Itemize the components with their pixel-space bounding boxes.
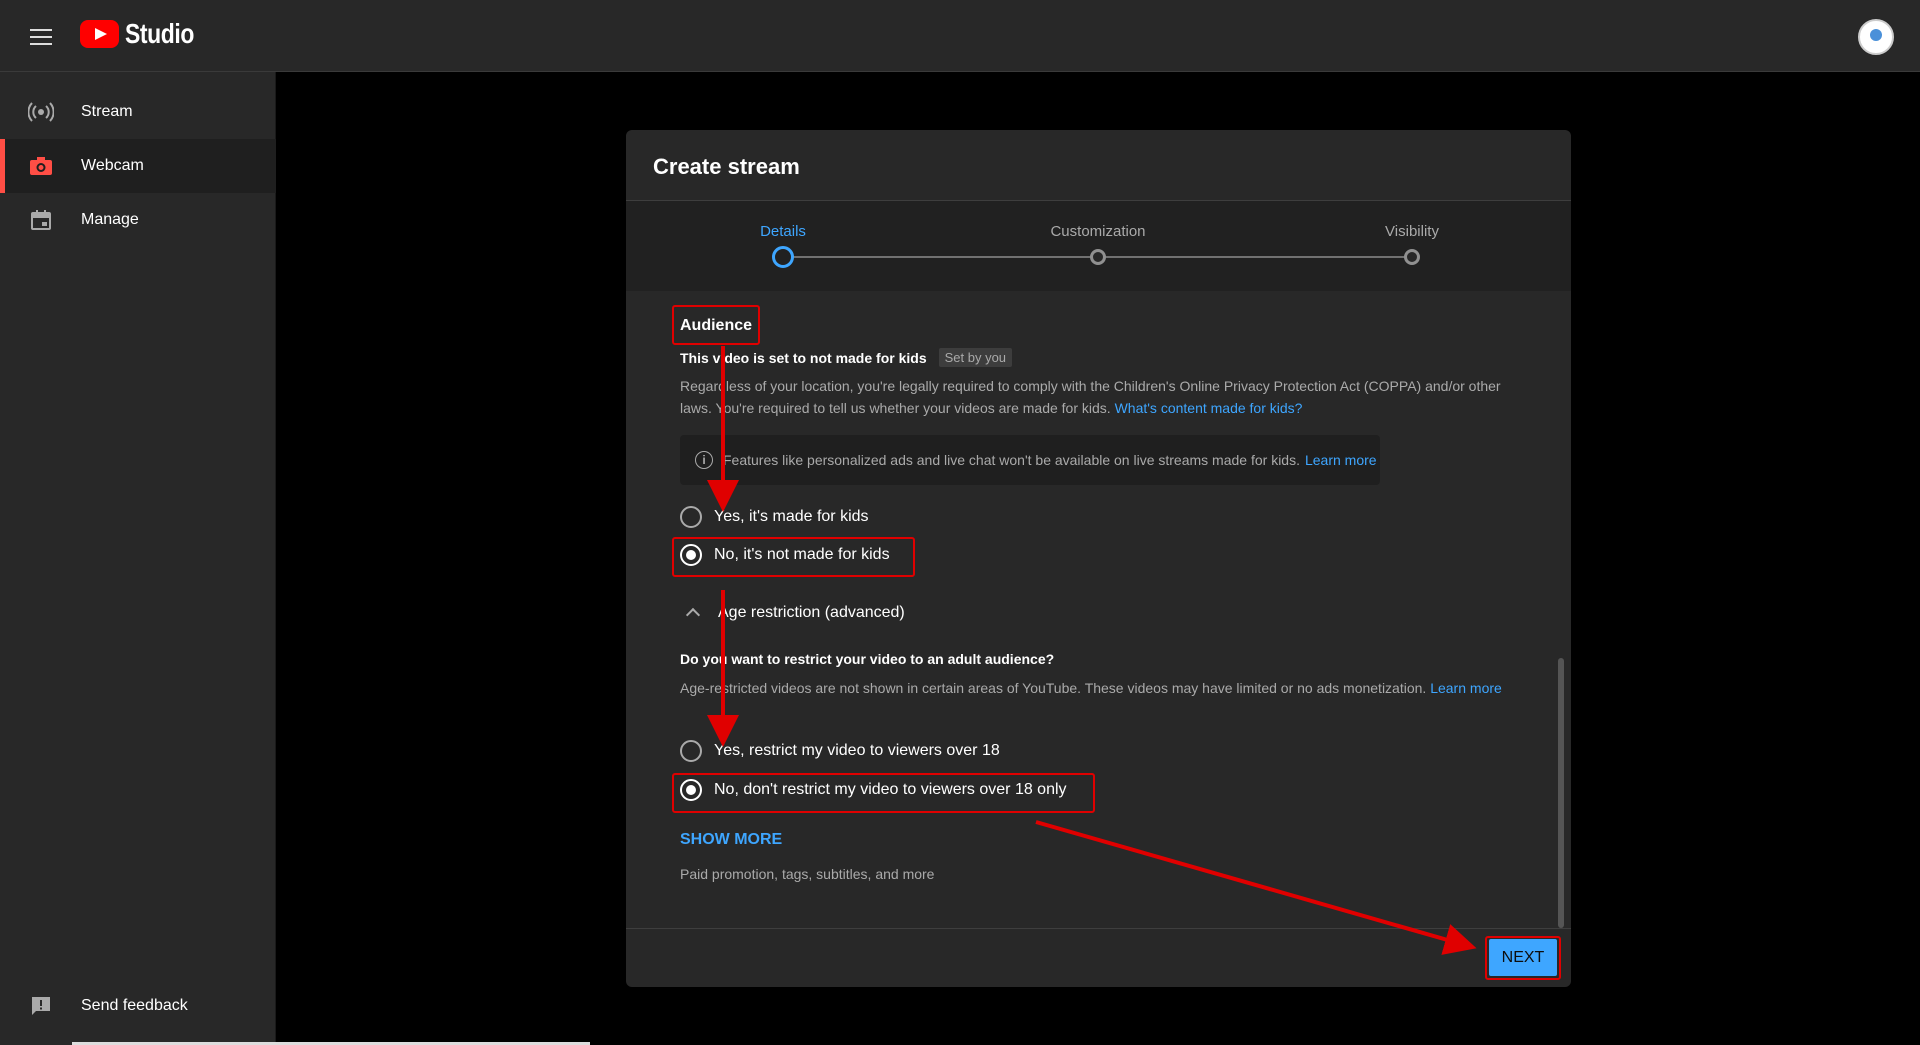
radio-button[interactable]: [680, 779, 702, 801]
age-restriction-description: Age-restricted videos are not shown in c…: [680, 677, 1525, 699]
age-learn-more-link[interactable]: Learn: [1430, 680, 1466, 696]
step-dot-visibility[interactable]: [1404, 249, 1420, 265]
calendar-icon: [28, 207, 54, 233]
next-button[interactable]: NEXT: [1489, 939, 1557, 976]
age-restriction-toggle[interactable]: Age restriction (advanced): [680, 604, 905, 623]
dialog-scrollbar[interactable]: [1558, 658, 1564, 928]
radio-label: No, it's not made for kids: [714, 546, 890, 563]
sidebar-item-label: Webcam: [81, 157, 144, 174]
made-for-kids-link[interactable]: What's content made for kids?: [1115, 400, 1303, 416]
radio-label: Yes, it's made for kids: [714, 508, 869, 525]
radio-button[interactable]: [680, 544, 702, 566]
show-more-caption: Paid promotion, tags, subtitles, and mor…: [680, 866, 935, 882]
radio-not-made-for-kids[interactable]: No, it's not made for kids: [680, 544, 890, 566]
youtube-play-icon: [80, 20, 119, 48]
radio-button[interactable]: [680, 506, 702, 528]
step-dot-details[interactable]: [772, 246, 794, 268]
radio-button[interactable]: [680, 740, 702, 762]
broadcast-icon: [28, 99, 54, 125]
info-text: Features like personalized ads and live …: [723, 452, 1300, 468]
step-dot-customization[interactable]: [1090, 249, 1106, 265]
info-learn-more-link[interactable]: Learn more: [1305, 452, 1377, 468]
stepper: Details Customization Visibility: [626, 201, 1571, 291]
age-restriction-label: Age restriction (advanced): [718, 604, 905, 621]
sidebar-item-manage[interactable]: Manage: [0, 193, 276, 247]
audience-description-text: Regardless of your location, you're lega…: [680, 378, 1501, 416]
age-restriction-description-text: Age-restricted videos are not shown in c…: [680, 680, 1427, 696]
send-feedback-label: Send feedback: [81, 997, 188, 1014]
divider: [626, 928, 1571, 929]
account-avatar[interactable]: [1858, 19, 1894, 55]
audience-heading: Audience: [680, 317, 753, 334]
radio-made-for-kids[interactable]: Yes, it's made for kids: [680, 506, 869, 528]
sidebar: Stream Webcam Manage Send feedback: [0, 72, 276, 1045]
set-by-you-chip: Set by you: [938, 348, 1013, 367]
create-stream-dialog: Create stream Details Customization Visi…: [626, 130, 1571, 987]
step-visibility[interactable]: Visibility: [1385, 223, 1439, 240]
info-box: i Features like personalized ads and liv…: [680, 435, 1380, 485]
radio-restrict-over-18[interactable]: Yes, restrict my video to viewers over 1…: [680, 740, 1000, 762]
info-icon: i: [695, 451, 713, 469]
age-learn-more-link-cont[interactable]: more: [1470, 680, 1502, 696]
top-app-bar: Studio: [0, 0, 1920, 72]
radio-dont-restrict[interactable]: No, don't restrict my video to viewers o…: [680, 779, 1067, 801]
radio-label: No, don't restrict my video to viewers o…: [714, 781, 1067, 798]
radio-label: Yes, restrict my video to viewers over 1…: [714, 742, 1000, 759]
hamburger-menu-icon[interactable]: [24, 22, 58, 52]
dialog-title: Create stream: [653, 154, 800, 179]
sidebar-item-label: Stream: [81, 103, 133, 120]
show-more-button[interactable]: SHOW MORE: [680, 831, 782, 849]
step-customization[interactable]: Customization: [1050, 223, 1145, 240]
audience-status: This video is set to not made for kids S…: [680, 348, 1013, 367]
audience-description: Regardless of your location, you're lega…: [680, 375, 1525, 419]
sidebar-item-webcam[interactable]: Webcam: [0, 139, 276, 193]
brand-name: Studio: [125, 18, 194, 49]
studio-logo[interactable]: Studio: [80, 18, 209, 50]
age-restriction-question: Do you want to restrict your video to an…: [680, 651, 1055, 667]
camera-icon: [28, 153, 54, 179]
chevron-up-icon: [685, 607, 701, 623]
audience-status-text: This video is set to not made for kids: [680, 349, 927, 366]
sidebar-item-stream[interactable]: Stream: [0, 85, 276, 139]
send-feedback-button[interactable]: Send feedback: [0, 979, 276, 1033]
sidebar-item-label: Manage: [81, 211, 139, 228]
step-details[interactable]: Details: [760, 223, 806, 240]
feedback-icon: [28, 993, 54, 1019]
